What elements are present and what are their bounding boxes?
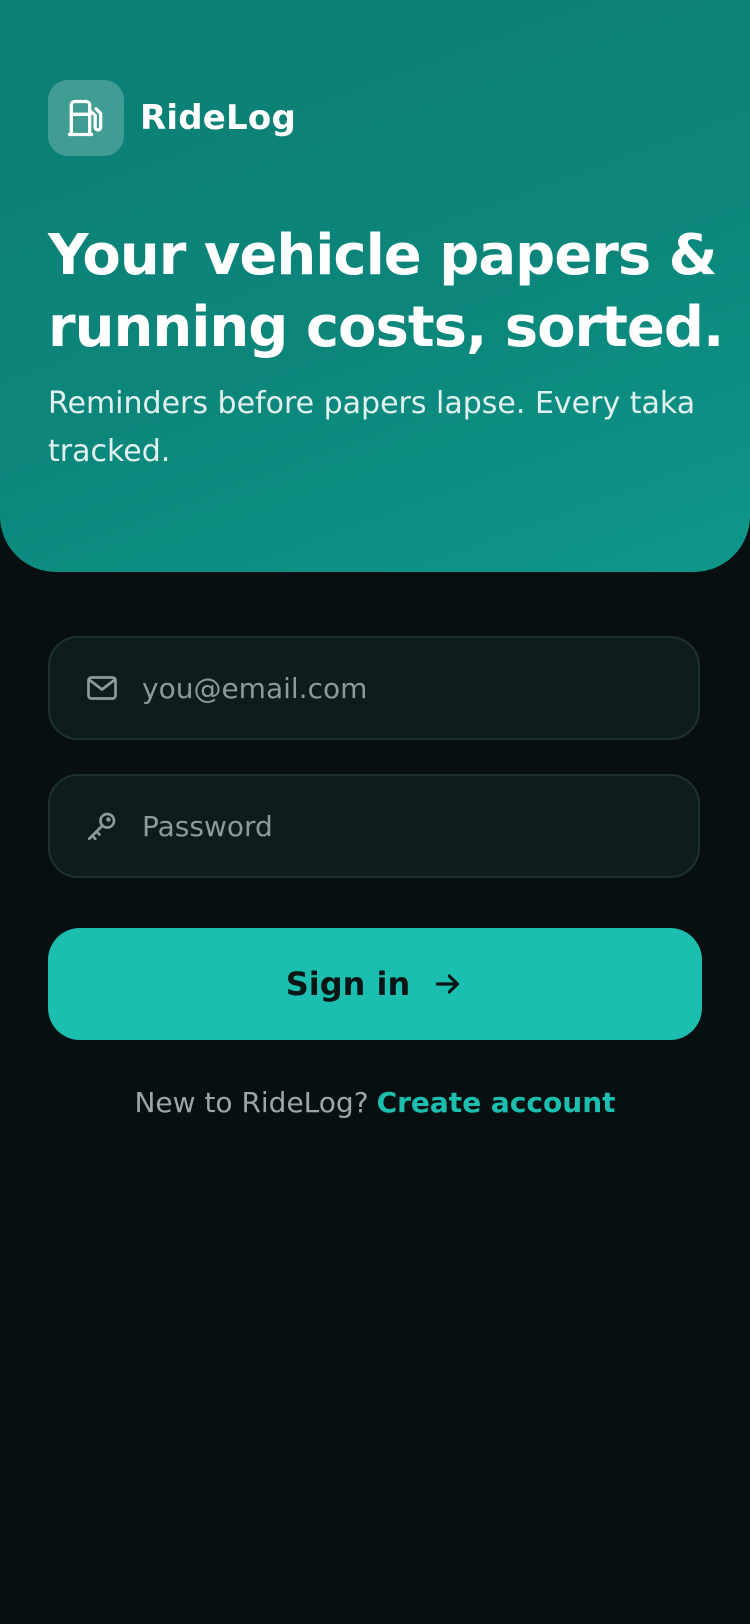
sign-in-button[interactable]: Sign in <box>48 928 702 1040</box>
page-headline: Your vehicle papers & running costs, sor… <box>48 223 724 360</box>
email-input[interactable] <box>142 658 662 718</box>
password-field[interactable] <box>48 774 700 878</box>
brand-name: RideLog <box>140 98 296 138</box>
sign-in-label: Sign in <box>285 965 411 1003</box>
arrow-right-icon <box>432 968 464 1000</box>
mail-icon <box>84 670 120 706</box>
signup-prompt-text: New to RideLog? <box>134 1086 369 1119</box>
signup-prompt: New to RideLog? Create account <box>0 1086 750 1119</box>
key-icon <box>84 808 120 844</box>
page-subline: Reminders before papers lapse. Every tak… <box>48 386 696 469</box>
hero-panel: RideLog Your vehicle papers & running co… <box>0 0 750 572</box>
password-input[interactable] <box>142 796 662 856</box>
create-account-link[interactable]: Create account <box>377 1086 616 1119</box>
brand-badge <box>48 80 124 156</box>
email-field[interactable] <box>48 636 700 740</box>
fuel-pump-icon <box>67 99 103 137</box>
brand: RideLog <box>48 80 296 156</box>
